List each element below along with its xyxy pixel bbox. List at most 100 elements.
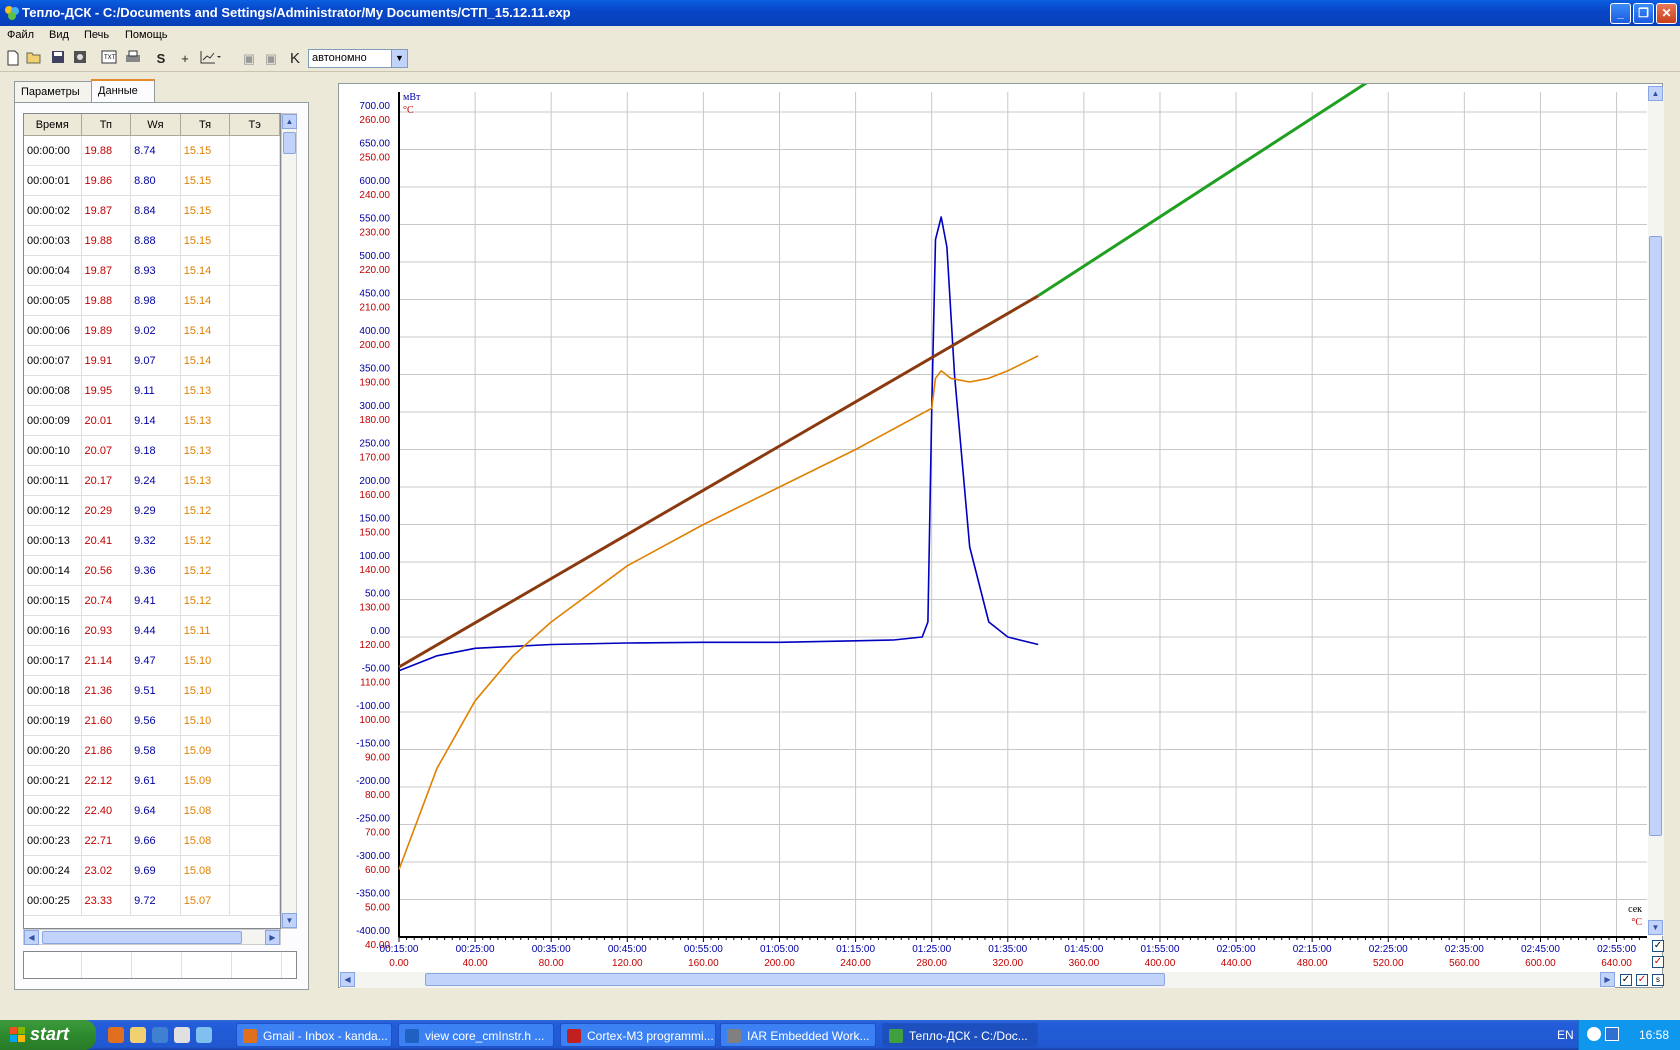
chart-scroll-up-icon[interactable]: ▲: [1648, 86, 1663, 101]
firefox-quicklaunch-icon[interactable]: [108, 1027, 124, 1043]
column-header-wya[interactable]: Wя: [131, 114, 181, 135]
camera-icon[interactable]: ▣: [240, 50, 258, 68]
table-summary-row: [23, 951, 297, 979]
network-icon[interactable]: [1587, 1027, 1601, 1041]
scale-s-button[interactable]: s: [1652, 974, 1664, 986]
export-txt-icon[interactable]: TXT: [100, 50, 118, 68]
table-row[interactable]: 00:00:23 22.71 9.66 15.08: [24, 826, 280, 856]
table-row[interactable]: 00:00:04 19.87 8.93 15.14: [24, 256, 280, 286]
table-row[interactable]: 00:00:02 19.87 8.84 15.15: [24, 196, 280, 226]
chart-area[interactable]: 700.00 650.00 600.00 550.00 500.00 450.00 400.…: [338, 83, 1663, 988]
save-icon[interactable]: [49, 50, 67, 68]
chart-hscroll-thumb[interactable]: [425, 973, 1165, 986]
scroll-left-icon[interactable]: ◀: [24, 930, 39, 945]
data-table[interactable]: Время Тп Wя Тя Тэ 00:00:00 19.88 8.74 15.15…: [23, 113, 281, 929]
s-icon[interactable]: S: [152, 50, 170, 68]
table-row[interactable]: 00:00:09 20.01 9.14 15.13: [24, 406, 280, 436]
crosshair-icon[interactable]: +: [176, 50, 194, 68]
restore-button[interactable]: ❐: [1633, 3, 1654, 24]
table-row[interactable]: 00:00:01 19.86 8.80 15.15: [24, 166, 280, 196]
new-icon[interactable]: [4, 50, 22, 68]
menu-furnace[interactable]: Печь: [84, 29, 109, 41]
app-quicklaunch-icon[interactable]: [152, 1027, 168, 1043]
taskbar-button-label: view core_cmInstr.h ...: [425, 1029, 545, 1043]
tab-parameters[interactable]: Параметры: [14, 81, 92, 103]
table-row[interactable]: 00:00:08 19.95 9.11 15.13: [24, 376, 280, 406]
series-checkbox-red[interactable]: ✓: [1652, 956, 1664, 968]
table-row[interactable]: 00:00:22 22.40 9.64 15.08: [24, 796, 280, 826]
table-vertical-scrollbar[interactable]: ▲ ▼: [281, 113, 297, 929]
table-vscroll-thumb[interactable]: [283, 132, 296, 154]
scroll-up-icon[interactable]: ▲: [282, 114, 297, 129]
column-header-time[interactable]: Время: [24, 114, 82, 135]
chart-options-icon[interactable]: [200, 50, 221, 68]
table-row[interactable]: 00:00:11 20.17 9.24 15.13: [24, 466, 280, 496]
taskbar-button[interactable]: Gmail - Inbox - kanda...: [236, 1023, 392, 1047]
table-row[interactable]: 00:00:00 19.88 8.74 15.15: [24, 136, 280, 166]
column-header-tya[interactable]: Тя: [181, 114, 231, 135]
chart-vscroll-thumb[interactable]: [1649, 236, 1662, 836]
column-header-te[interactable]: Тэ: [230, 114, 280, 135]
table-row[interactable]: 00:00:03 19.88 8.88 15.15: [24, 226, 280, 256]
table-row[interactable]: 00:00:18 21.36 9.51 15.10: [24, 676, 280, 706]
tab-data[interactable]: Данные: [91, 79, 155, 103]
settings-icon[interactable]: [71, 50, 89, 68]
thermogram-chart[interactable]: 700.00 650.00 600.00 550.00 500.00 450.00 400.…: [339, 84, 1649, 974]
table-row[interactable]: 00:00:13 20.41 9.32 15.12: [24, 526, 280, 556]
chart-horizontal-scrollbar[interactable]: ◀ ▶: [340, 972, 1615, 988]
taskbar-button[interactable]: view core_cmInstr.h ...: [398, 1023, 554, 1047]
chart-vertical-scrollbar[interactable]: ▲ ▼: [1648, 86, 1664, 936]
chart-scroll-down-icon[interactable]: ▼: [1648, 920, 1663, 935]
table-row[interactable]: 00:00:07 19.91 9.07 15.14: [24, 346, 280, 376]
table-row[interactable]: 00:00:19 21.60 9.56 15.10: [24, 706, 280, 736]
open-icon[interactable]: [25, 50, 43, 68]
series-checkbox-blue[interactable]: ✓: [1652, 940, 1664, 952]
mode-select[interactable]: автономно ▼: [308, 49, 408, 68]
print-icon[interactable]: [124, 50, 142, 68]
table-row[interactable]: 00:00:20 21.86 9.58 15.09: [24, 736, 280, 766]
table-row[interactable]: 00:00:21 22.12 9.61 15.09: [24, 766, 280, 796]
k-icon[interactable]: K: [286, 50, 304, 68]
minimize-button[interactable]: _: [1610, 3, 1631, 24]
chevron-down-icon[interactable]: ▼: [391, 50, 407, 67]
table-cell: [230, 796, 280, 825]
chart-scroll-left-icon[interactable]: ◀: [340, 972, 355, 987]
table-horizontal-scrollbar[interactable]: ◀ ▶: [23, 929, 281, 945]
table-row[interactable]: 00:00:14 20.56 9.36 15.12: [24, 556, 280, 586]
taskbar-button[interactable]: Cortex-M3 programmi...: [560, 1023, 716, 1047]
app-icon: [5, 6, 19, 20]
column-header-tp[interactable]: Тп: [82, 114, 132, 135]
notepad-quicklaunch-icon[interactable]: [174, 1027, 190, 1043]
table-hscroll-thumb[interactable]: [42, 931, 242, 944]
table-row[interactable]: 00:00:15 20.74 9.41 15.12: [24, 586, 280, 616]
start-button[interactable]: start: [0, 1020, 96, 1050]
y-tick-label-power: 400.00: [359, 326, 390, 337]
explorer-quicklaunch-icon[interactable]: [130, 1027, 146, 1043]
table-row[interactable]: 00:00:25 23.33 9.72 15.07: [24, 886, 280, 916]
axis-checkbox-1[interactable]: ✓: [1620, 974, 1632, 986]
heat-flow-series-line: [398, 216, 1039, 672]
axis-checkbox-2[interactable]: ✓: [1636, 974, 1648, 986]
taskbar-button[interactable]: Тепло-ДСК - C:/Doc...: [882, 1023, 1038, 1047]
camera2-icon[interactable]: ▣: [262, 50, 280, 68]
scroll-down-icon[interactable]: ▼: [282, 913, 297, 928]
table-row[interactable]: 00:00:24 23.02 9.69 15.08: [24, 856, 280, 886]
scroll-right-icon[interactable]: ▶: [265, 930, 280, 945]
table-row[interactable]: 00:00:16 20.93 9.44 15.11: [24, 616, 280, 646]
table-row[interactable]: 00:00:05 19.88 8.98 15.14: [24, 286, 280, 316]
table-row[interactable]: 00:00:06 19.89 9.02 15.14: [24, 316, 280, 346]
chart-scroll-right-icon[interactable]: ▶: [1600, 972, 1615, 987]
table-cell: 15.13: [181, 466, 231, 495]
menu-help[interactable]: Помощь: [125, 29, 168, 41]
table-row[interactable]: 00:00:10 20.07 9.18 15.13: [24, 436, 280, 466]
menu-file[interactable]: Файл: [7, 29, 34, 41]
table-row[interactable]: 00:00:12 20.29 9.29 15.12: [24, 496, 280, 526]
volume-icon[interactable]: [1605, 1027, 1619, 1041]
table-cell: 15.14: [181, 286, 231, 315]
taskbar-button[interactable]: IAR Embedded Work...: [720, 1023, 876, 1047]
close-button[interactable]: ✕: [1656, 3, 1677, 24]
language-indicator[interactable]: EN: [1557, 1028, 1574, 1042]
menu-view[interactable]: Вид: [49, 29, 69, 41]
ie-quicklaunch-icon[interactable]: [196, 1027, 212, 1043]
table-row[interactable]: 00:00:17 21.14 9.47 15.10: [24, 646, 280, 676]
